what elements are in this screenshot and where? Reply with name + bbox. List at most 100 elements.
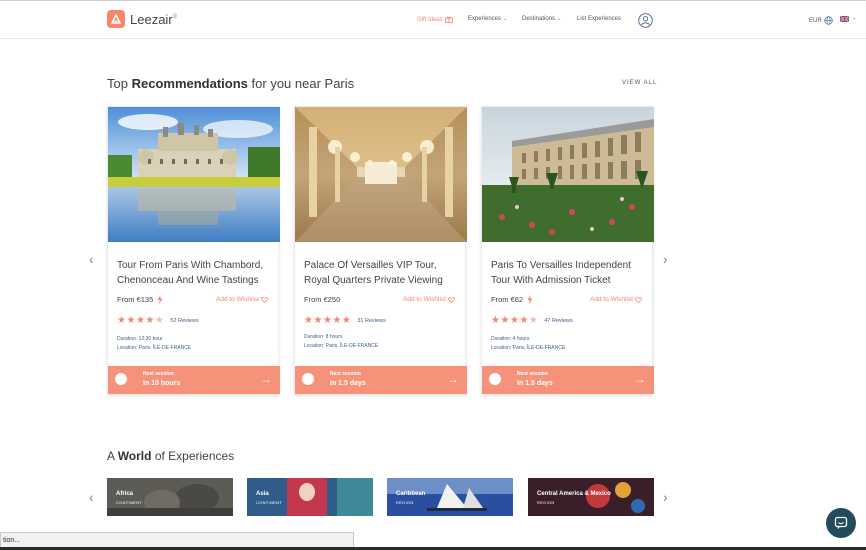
experience-card[interactable]: Tour From Paris With Chambord, Chenoncea… bbox=[107, 106, 280, 395]
user-icon[interactable] bbox=[638, 13, 653, 28]
globe-icon bbox=[824, 16, 833, 25]
hall-of-mirrors-photo[interactable] bbox=[295, 107, 467, 242]
central-america-photo bbox=[528, 478, 654, 516]
card-price: From €135 bbox=[117, 295, 163, 304]
star-icon: ★ bbox=[313, 315, 323, 326]
heart-icon bbox=[635, 296, 642, 303]
tile-sub: CONTINENT bbox=[116, 500, 143, 505]
clock-icon bbox=[115, 373, 127, 385]
half-star-icon: ★ bbox=[528, 315, 538, 326]
star-icon: ★ bbox=[332, 315, 342, 326]
nav-destinations[interactable]: Destinations ⌄ bbox=[522, 16, 561, 22]
asia-photo bbox=[247, 478, 373, 516]
card-location: Location: Paris, ÎLE-DE-FRANCE bbox=[304, 343, 379, 349]
lightning-icon bbox=[157, 295, 163, 304]
chevron-down-icon: ⌄ bbox=[557, 16, 562, 22]
card-location: Location: Paris, ÎLE-DE-FRANCE bbox=[117, 345, 192, 351]
rating-stars: ★ ★ ★ ★ ★ 47 Reviews bbox=[491, 316, 573, 326]
tile-sub: REGION bbox=[396, 500, 414, 505]
chat-icon bbox=[834, 516, 848, 529]
logo[interactable]: Leezair® bbox=[107, 10, 177, 28]
clock-icon bbox=[302, 373, 314, 385]
nav-experiences-label: Experiences bbox=[468, 16, 502, 22]
star-icon: ★ bbox=[509, 315, 519, 326]
carousel-next-arrow[interactable]: › bbox=[663, 490, 668, 504]
castle-photo[interactable] bbox=[108, 107, 280, 242]
add-to-wishlist-button[interactable]: Add to Wishlist bbox=[403, 296, 455, 303]
star-icon: ★ bbox=[500, 315, 510, 326]
card-location: Location: Paris, ÎLE-DE-FRANCE bbox=[491, 345, 566, 351]
session-label: Next session bbox=[517, 371, 548, 377]
nav-destinations-label: Destinations bbox=[522, 16, 556, 22]
card-price: From €250 bbox=[304, 295, 341, 304]
star-icon: ★ bbox=[135, 315, 145, 326]
card-duration: Duration: 4 hours bbox=[491, 336, 530, 342]
reviews-count[interactable]: 47 Reviews bbox=[544, 318, 572, 324]
carousel-next-arrow[interactable]: › bbox=[663, 252, 668, 266]
carousel-prev-arrow[interactable]: ‹ bbox=[89, 490, 94, 504]
nav-list-experiences[interactable]: List Experiences bbox=[577, 16, 621, 22]
nav-experiences[interactable]: Experiences ⌄ bbox=[468, 16, 507, 22]
chevron-down-icon: ⌄ bbox=[503, 16, 508, 22]
recommendations-title: Top Recommendations for you near Paris bbox=[107, 76, 355, 91]
lightning-icon bbox=[527, 295, 533, 304]
card-title[interactable]: Paris To Versailles Independent Tour Wit… bbox=[491, 258, 647, 288]
reviews-count[interactable]: 31 Reviews bbox=[357, 318, 385, 324]
arrow-right-icon[interactable]: → bbox=[634, 373, 646, 385]
star-icon: ★ bbox=[491, 315, 500, 326]
card-title[interactable]: Tour From Paris With Chambord, Chenoncea… bbox=[117, 258, 273, 288]
star-icon: ★ bbox=[341, 315, 351, 326]
card-duration: Duration: 8 hours bbox=[304, 334, 343, 340]
africa-photo bbox=[107, 478, 233, 516]
session-time: In 1.5 days bbox=[330, 380, 366, 387]
star-icon: ★ bbox=[519, 315, 529, 326]
tile-name: Asia bbox=[256, 491, 269, 497]
caribbean-photo bbox=[387, 478, 513, 516]
tile-name: Central America & Mexico bbox=[537, 491, 611, 497]
card-price: From €62 bbox=[491, 295, 533, 304]
view-all-link[interactable]: VIEW ALL bbox=[622, 80, 657, 86]
tile-sub: REGION bbox=[537, 500, 555, 505]
region-tile[interactable]: Africa CONTINENT bbox=[107, 478, 233, 516]
page: Leezair® Gift Ideas Experiences ⌄ Destina… bbox=[0, 0, 866, 550]
logo-text: Leezair® bbox=[130, 11, 178, 27]
star-icon: ★ bbox=[145, 315, 155, 326]
session-label: Next session bbox=[143, 371, 174, 377]
nav-gift-ideas[interactable]: Gift Ideas bbox=[417, 16, 453, 23]
arrow-right-icon[interactable]: → bbox=[260, 373, 272, 385]
region-tile[interactable]: Caribbean REGION bbox=[387, 478, 513, 516]
experience-card[interactable]: Paris To Versailles Independent Tour Wit… bbox=[481, 106, 654, 395]
currency-selector[interactable]: EUR bbox=[809, 16, 833, 25]
add-to-wishlist-button[interactable]: Add to Wishlist bbox=[216, 296, 268, 303]
chat-button[interactable] bbox=[826, 508, 856, 538]
half-star-icon: ★ bbox=[154, 315, 164, 326]
clock-icon bbox=[489, 373, 501, 385]
chevron-down-icon[interactable]: ⌄ bbox=[852, 15, 856, 21]
card-duration: Duration: 12:30 hour bbox=[117, 336, 163, 342]
currency-label: EUR bbox=[809, 17, 822, 24]
session-time: In 10 hours bbox=[143, 380, 181, 387]
next-session-bar[interactable]: Next session In 1.5 days → bbox=[482, 366, 654, 394]
reviews-count[interactable]: 52 Reviews bbox=[170, 318, 198, 324]
experience-card[interactable]: Palace Of Versailles VIP Tour, Royal Qua… bbox=[294, 106, 467, 395]
heart-icon bbox=[261, 296, 268, 303]
region-tile[interactable]: Central America & Mexico REGION bbox=[528, 478, 654, 516]
uk-flag-icon[interactable] bbox=[840, 16, 849, 22]
nav-gift-ideas-label: Gift Ideas bbox=[417, 16, 443, 23]
carousel-prev-arrow[interactable]: ‹ bbox=[89, 252, 94, 266]
star-icon: ★ bbox=[304, 315, 313, 326]
rating-stars: ★ ★ ★ ★ ★ 52 Reviews bbox=[117, 316, 199, 326]
star-icon: ★ bbox=[126, 315, 136, 326]
next-session-bar[interactable]: Next session In 10 hours → bbox=[108, 366, 280, 394]
session-label: Next session bbox=[330, 371, 361, 377]
world-title: A World of Experiences bbox=[107, 449, 235, 463]
card-title[interactable]: Palace Of Versailles VIP Tour, Royal Qua… bbox=[304, 258, 460, 288]
add-to-wishlist-button[interactable]: Add to Wishlist bbox=[590, 296, 642, 303]
session-time: In 1.5 days bbox=[517, 380, 553, 387]
arrow-right-icon[interactable]: → bbox=[447, 373, 459, 385]
tile-sub: CONTINENT bbox=[256, 500, 283, 505]
next-session-bar[interactable]: Next session In 1.5 days → bbox=[295, 366, 467, 394]
logo-icon bbox=[107, 10, 125, 28]
region-tile[interactable]: Asia CONTINENT bbox=[247, 478, 373, 516]
versailles-palace-photo[interactable] bbox=[482, 107, 654, 242]
